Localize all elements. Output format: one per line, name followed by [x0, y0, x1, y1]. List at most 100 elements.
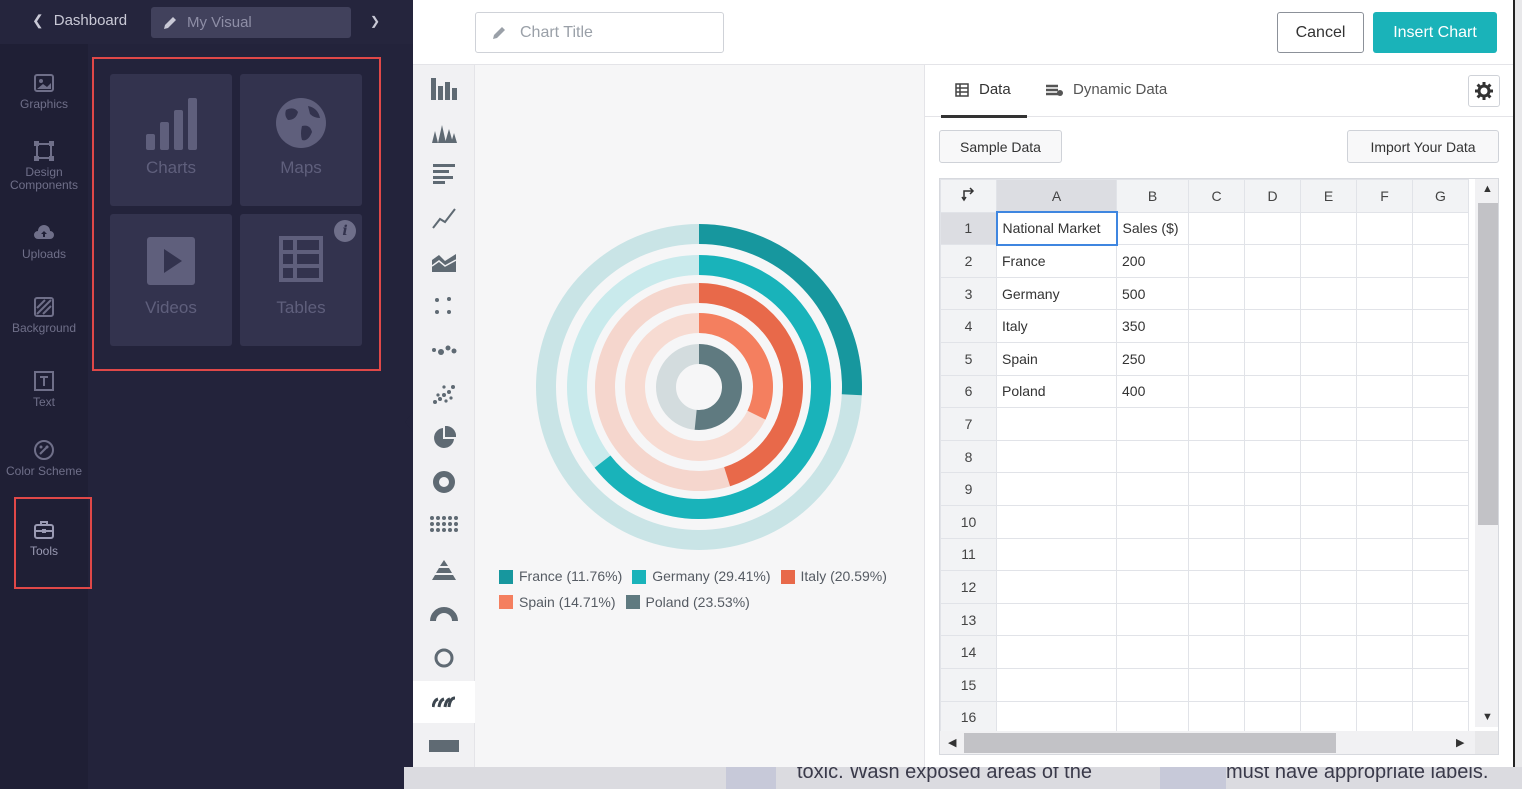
table-cell[interactable] — [996, 667, 1117, 702]
table-cell[interactable] — [1116, 635, 1189, 669]
table-cell[interactable] — [1188, 276, 1245, 311]
table-cell[interactable] — [996, 700, 1117, 735]
nav-text[interactable]: Text — [0, 370, 88, 409]
tab-dynamic-data[interactable]: Dynamic Data — [1045, 81, 1167, 98]
table-cell[interactable] — [996, 407, 1117, 441]
table-cell[interactable] — [1244, 504, 1301, 539]
table-cell[interactable] — [1356, 374, 1413, 409]
table-cell[interactable] — [1300, 700, 1357, 735]
chart-type-gauge[interactable] — [413, 593, 475, 635]
table-cell[interactable] — [1412, 309, 1469, 343]
column-header[interactable]: C — [1188, 179, 1245, 213]
table-cell[interactable] — [1356, 407, 1413, 441]
table-cell[interactable] — [1116, 504, 1189, 539]
table-cell[interactable] — [1412, 570, 1469, 604]
chart-type-bubble[interactable] — [413, 329, 475, 371]
column-header[interactable]: E — [1300, 179, 1357, 213]
settings-button[interactable] — [1468, 75, 1500, 107]
row-header[interactable]: 6 — [940, 374, 997, 409]
column-header[interactable]: A — [996, 179, 1117, 213]
table-cell[interactable] — [1300, 602, 1357, 637]
tile-tables[interactable]: Tables i — [240, 214, 362, 346]
table-cell[interactable]: Sales ($) — [1116, 211, 1189, 246]
chart-type-dot-scatter[interactable] — [413, 373, 475, 415]
table-cell[interactable] — [996, 635, 1117, 669]
table-cell[interactable] — [1356, 635, 1413, 669]
legend-item[interactable]: France (11.76%) — [499, 565, 622, 588]
sample-data-button[interactable]: Sample Data — [939, 130, 1062, 163]
table-cell[interactable] — [996, 537, 1117, 572]
table-cell[interactable] — [1244, 472, 1301, 506]
table-cell[interactable] — [1188, 244, 1245, 278]
table-cell[interactable] — [1300, 407, 1357, 441]
table-cell[interactable] — [1412, 407, 1469, 441]
table-cell[interactable] — [1244, 309, 1301, 343]
row-header[interactable]: 9 — [940, 472, 997, 506]
nav-design-components[interactable]: Design Components — [0, 140, 88, 192]
scroll-right-icon[interactable]: ▶ — [1456, 736, 1464, 749]
table-cell[interactable] — [1356, 439, 1413, 474]
table-cell[interactable] — [1116, 407, 1189, 441]
table-cell[interactable] — [996, 570, 1117, 604]
row-header[interactable]: 12 — [940, 570, 997, 604]
table-cell[interactable] — [1412, 635, 1469, 669]
scroll-down-icon[interactable]: ▼ — [1482, 711, 1493, 723]
table-cell[interactable] — [1356, 244, 1413, 278]
column-header[interactable]: F — [1356, 179, 1413, 213]
table-cell[interactable] — [1412, 700, 1469, 735]
table-cell[interactable] — [1188, 667, 1245, 702]
chart-type-line[interactable] — [413, 197, 475, 239]
table-cell[interactable] — [1244, 374, 1301, 409]
table-cell[interactable] — [1188, 211, 1245, 246]
table-cell[interactable] — [1188, 570, 1245, 604]
table-cell[interactable] — [996, 504, 1117, 539]
chart-type-bar[interactable] — [413, 67, 475, 109]
table-cell[interactable] — [1300, 244, 1357, 278]
table-cell[interactable] — [1412, 276, 1469, 311]
vertical-scrollbar[interactable]: ▲ ▼ — [1475, 179, 1498, 727]
table-cell[interactable]: Germany — [996, 276, 1117, 311]
table-cell[interactable]: 200 — [1116, 244, 1189, 278]
table-cell[interactable] — [1188, 504, 1245, 539]
visual-name-field[interactable]: My Visual — [151, 7, 351, 38]
row-header[interactable]: 16 — [940, 700, 997, 735]
nav-graphics[interactable]: Graphics — [0, 72, 88, 111]
cancel-button[interactable]: Cancel — [1277, 12, 1364, 53]
table-cell[interactable] — [1412, 504, 1469, 539]
table-cell[interactable] — [1412, 374, 1469, 409]
table-cell[interactable] — [1300, 570, 1357, 604]
table-cell[interactable] — [1116, 472, 1189, 506]
table-cell[interactable] — [1300, 439, 1357, 474]
table-cell[interactable] — [1188, 602, 1245, 637]
table-cell[interactable] — [1188, 374, 1245, 409]
table-cell[interactable] — [1244, 537, 1301, 572]
table-cell[interactable] — [1356, 537, 1413, 572]
table-cell[interactable] — [1188, 635, 1245, 669]
horizontal-scrollbar[interactable]: ◀ ▶ — [940, 731, 1475, 754]
legend-item[interactable]: Italy (20.59%) — [780, 565, 887, 588]
row-header[interactable]: 1 — [940, 211, 997, 246]
chart-type-pyramid[interactable] — [413, 549, 475, 591]
table-cell[interactable] — [1116, 439, 1189, 474]
table-cell[interactable] — [1244, 635, 1301, 669]
table-cell[interactable] — [1300, 537, 1357, 572]
table-cell[interactable]: Italy — [996, 309, 1117, 343]
column-header[interactable]: G — [1412, 179, 1469, 213]
table-cell[interactable] — [1188, 472, 1245, 506]
column-header[interactable]: D — [1244, 179, 1301, 213]
chart-type-dot-matrix[interactable] — [413, 503, 475, 545]
table-cell[interactable] — [1300, 309, 1357, 343]
table-cell[interactable] — [1244, 341, 1301, 376]
nav-color-scheme[interactable]: Color Scheme — [0, 439, 88, 478]
table-cell[interactable] — [1356, 276, 1413, 311]
chevron-down-icon[interactable]: ❯ — [370, 14, 380, 28]
transpose-icon[interactable] — [940, 179, 997, 213]
table-cell[interactable]: 250 — [1116, 341, 1189, 376]
row-header[interactable]: 11 — [940, 537, 997, 572]
table-cell[interactable] — [1412, 341, 1469, 376]
table-cell[interactable] — [1356, 504, 1413, 539]
table-cell[interactable] — [1300, 211, 1357, 246]
chart-type-pie[interactable] — [413, 417, 475, 459]
tile-charts[interactable]: Charts — [110, 74, 232, 206]
table-cell[interactable] — [1412, 439, 1469, 474]
